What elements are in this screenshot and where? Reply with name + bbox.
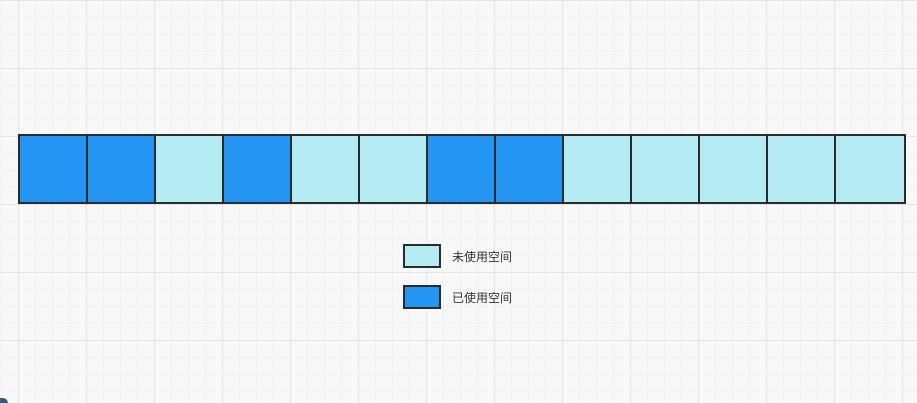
memory-block-used [20,136,88,202]
legend-label-used: 已使用空间 [452,290,513,305]
memory-block-unused [836,136,904,202]
memory-block-used [224,136,292,202]
memory-block-unused [292,136,360,202]
legend-label-unused: 未使用空间 [452,249,513,264]
legend-swatch-used [403,285,441,309]
memory-block-strip [18,134,906,204]
memory-block-used [496,136,564,202]
legend-swatch-unused [403,244,441,268]
memory-block-used [428,136,496,202]
memory-block-unused [632,136,700,202]
memory-block-unused [768,136,836,202]
legend: 未使用空间 已使用空间 [403,244,512,326]
memory-block-unused [360,136,428,202]
memory-block-unused [700,136,768,202]
legend-item-used: 已使用空间 [403,285,512,309]
memory-block-used [88,136,156,202]
memory-block-unused [156,136,224,202]
legend-item-unused: 未使用空间 [403,244,512,268]
window-corner [0,398,8,403]
memory-block-unused [564,136,632,202]
